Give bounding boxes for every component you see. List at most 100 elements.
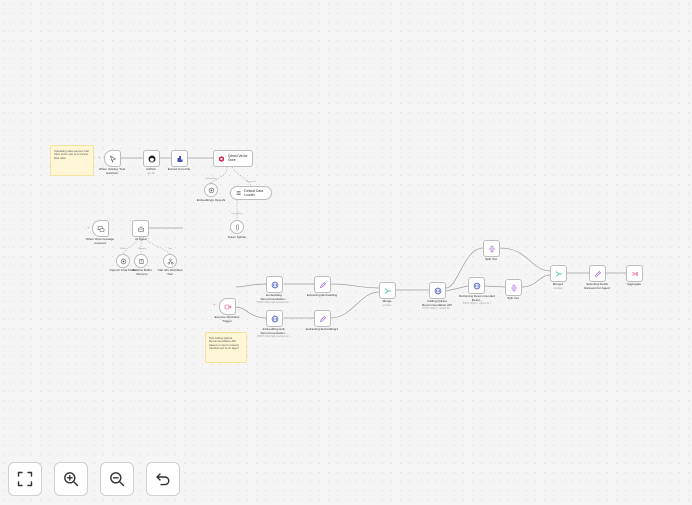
chat-icon <box>97 225 104 232</box>
pen-icon <box>594 270 601 277</box>
openai-icon <box>208 187 214 193</box>
node-default-data-loader[interactable]: Default Data Loader <box>230 186 272 200</box>
node-label: Extracting Embedding <box>306 293 338 297</box>
robot-icon <box>137 225 144 232</box>
node-label: Window Buffer Memory <box>131 268 153 276</box>
add-trigger-icon[interactable]: + <box>213 303 215 307</box>
split-out-icon <box>488 245 495 252</box>
node-merge1[interactable] <box>550 265 567 282</box>
connection-line <box>235 283 267 288</box>
node-label: Execute Workflow Trigger <box>214 315 240 323</box>
node-label: Extracting Embedding1 <box>306 327 338 331</box>
connector-label: Text Splitter <box>231 213 243 215</box>
node-label: Call n8n Workflow Tool <box>157 268 183 276</box>
undo-button[interactable] <box>146 462 180 496</box>
node-qdrant-vector-store[interactable]: Qdrant Vector Store <box>213 150 253 167</box>
node-label: Selecting Fields Relevant for Agent <box>584 282 610 290</box>
node-sublabel: combine <box>553 286 563 290</box>
aggregate-icon <box>631 271 638 276</box>
node-sublabel: get: file <box>147 171 155 175</box>
file-extract-icon <box>177 155 182 162</box>
connection-line <box>330 283 380 289</box>
pointer-icon <box>109 154 116 163</box>
node-sublabel: POST: https://...qdrant.io/... <box>422 307 452 310</box>
sticky-note[interactable]: Test calling Qdrant Recommendation API b… <box>205 332 247 363</box>
connector-label: Document <box>246 181 256 183</box>
connector-label: Memory <box>138 248 146 250</box>
add-trigger-icon[interactable]: + <box>98 156 100 160</box>
add-trigger-icon[interactable]: + <box>87 226 89 230</box>
zoom-to-fit-button[interactable] <box>8 462 42 496</box>
globe-icon <box>271 315 278 322</box>
globe-icon <box>473 282 480 289</box>
node-openai-chat-model[interactable] <box>116 254 130 268</box>
connector-label: Tool <box>167 248 173 250</box>
execute-icon <box>224 304 231 309</box>
node-label: Extract from File <box>167 167 191 171</box>
node-label: When clicking 'Test workflow' <box>98 167 126 175</box>
node-extracting-embedding[interactable] <box>314 276 331 293</box>
node-window-buffer-memory[interactable] <box>134 254 148 268</box>
workflow-canvas[interactable]: Uploading data sources that have some so… <box>0 0 692 505</box>
connection-line <box>521 274 551 288</box>
node-label: Split Out <box>485 257 497 261</box>
zoom-in-button[interactable] <box>54 462 88 496</box>
globe-icon <box>434 287 441 294</box>
node-extract-from-file[interactable] <box>171 150 188 167</box>
github-icon <box>148 155 155 162</box>
node-github[interactable] <box>143 150 160 167</box>
node-selecting-fields-relevant-for-agent[interactable] <box>589 265 606 282</box>
undo-icon <box>156 473 170 486</box>
node-label: Token Splitter <box>227 235 247 239</box>
merge-icon <box>555 270 562 277</box>
connector-label: Embedding <box>205 178 217 180</box>
node-ai-agent[interactable] <box>132 220 149 237</box>
node-when-chat-message-received[interactable] <box>92 220 109 237</box>
subnode-connection <box>231 166 252 187</box>
node-split-out[interactable] <box>483 240 500 257</box>
node-extracting-embedding1[interactable] <box>314 310 331 327</box>
node-when-clicking-test-workflow[interactable] <box>104 150 121 167</box>
node-sublabel: POST: https://...qdrant.io/... <box>462 302 492 305</box>
splitter-icon <box>235 224 239 230</box>
node-retrieving-recommended-results[interactable] <box>468 277 485 294</box>
node-call-n8n-workflow-tool[interactable] <box>163 254 177 268</box>
memory-icon <box>138 258 144 264</box>
node-aggregate[interactable] <box>626 265 643 282</box>
node-label: Aggregate <box>626 282 642 286</box>
node-sublabel: POST: https://api.openai.com/... <box>257 301 291 304</box>
fit-view-icon <box>17 471 33 487</box>
node-sublabel: POST: https://api.openai.com/... <box>257 335 291 338</box>
zoom-in-icon <box>64 472 79 487</box>
node-label: Split Out <box>507 296 519 300</box>
node-embeddings-openai[interactable] <box>204 183 218 197</box>
qdrant-icon <box>218 155 225 162</box>
pen-icon <box>319 281 326 288</box>
connection-line <box>484 285 506 288</box>
pen-icon <box>319 315 326 322</box>
node-token-splitter[interactable] <box>230 220 244 234</box>
canvas-controls <box>8 462 180 496</box>
connections-layer <box>121 157 626 319</box>
node-calling-qdrant-recommendation-api[interactable] <box>429 282 446 299</box>
openai-icon <box>120 258 126 264</box>
connector-label: Model <box>120 248 126 250</box>
sticky-note[interactable]: Uploading data sources that have some so… <box>50 145 94 176</box>
connection-line <box>499 247 551 272</box>
node-merge[interactable] <box>379 282 396 299</box>
split-out-icon <box>510 284 517 291</box>
node-label: Embeddings OpenAI <box>196 198 226 202</box>
node-embedding-anti-recommendation[interactable] <box>266 310 283 327</box>
workflow-icon <box>167 258 173 264</box>
node-label: Default Data Loader <box>244 189 264 197</box>
zoom-out-icon <box>110 472 125 487</box>
data-loader-icon <box>236 191 241 195</box>
node-embedding-recommendation[interactable] <box>266 276 283 293</box>
node-label: Qdrant Vector Store <box>227 153 248 162</box>
zoom-out-button[interactable] <box>100 462 134 496</box>
node-label: When chat message received <box>85 237 115 245</box>
node-sublabel: combine <box>382 303 392 307</box>
subnode-connection <box>210 166 228 184</box>
node-execute-workflow-trigger[interactable] <box>219 298 236 315</box>
node-split-out1[interactable] <box>505 279 522 296</box>
